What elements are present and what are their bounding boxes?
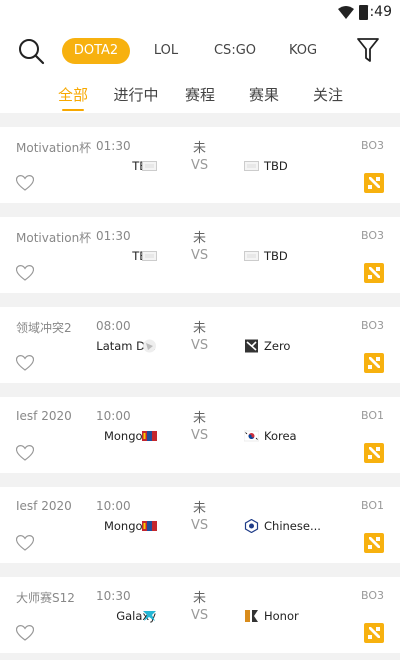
wifi-icon bbox=[338, 6, 354, 19]
tab-lol[interactable]: LOL bbox=[142, 38, 190, 64]
placeholder-flag-icon bbox=[244, 248, 259, 262]
heart-icon[interactable] bbox=[16, 445, 34, 461]
team-right-name: Zero bbox=[264, 339, 291, 353]
honor-logo-icon bbox=[244, 608, 259, 622]
match-status: 未 bbox=[193, 591, 207, 606]
team-right-name: TBD bbox=[264, 249, 288, 263]
bottom-strip bbox=[0, 654, 400, 660]
match-format: BO3 bbox=[360, 229, 384, 242]
mongolia-flag-icon bbox=[142, 518, 157, 532]
heart-icon[interactable] bbox=[16, 175, 34, 191]
vs-label: VS bbox=[191, 158, 209, 173]
match-card[interactable]: Iesf 2020 10:00 未 VS BO1 Mongolia Chinese... bbox=[0, 487, 400, 563]
match-format: BO3 bbox=[360, 139, 384, 152]
sub-tab-bar: 全部 进行中 赛程 赛果 关注 bbox=[0, 76, 400, 113]
placeholder-flag-icon bbox=[244, 158, 259, 172]
tab-dota2[interactable]: DOTA2 bbox=[62, 38, 130, 64]
subtab-results[interactable]: 赛果 bbox=[234, 84, 294, 105]
team-right-name: Chinese... bbox=[264, 519, 321, 533]
league-name: Iesf 2020 bbox=[16, 409, 72, 423]
team-right-name: TBD bbox=[264, 159, 288, 173]
league-name: Motivation杯 bbox=[16, 141, 92, 155]
match-format: BO3 bbox=[360, 319, 384, 332]
match-format: BO1 bbox=[360, 409, 384, 422]
korea-flag-icon bbox=[243, 428, 260, 442]
heart-icon[interactable] bbox=[16, 625, 34, 641]
vs-label: VS bbox=[191, 248, 209, 263]
search-icon[interactable] bbox=[16, 36, 46, 66]
match-status: 未 bbox=[193, 501, 207, 516]
match-time: 10:00 bbox=[96, 499, 131, 513]
match-format: BO3 bbox=[360, 589, 384, 602]
match-status: 未 bbox=[193, 231, 207, 246]
heart-icon[interactable] bbox=[16, 265, 34, 281]
subtab-schedule[interactable]: 赛程 bbox=[170, 84, 230, 105]
tab-csgo[interactable]: CS:GO bbox=[208, 38, 262, 64]
vs-label: VS bbox=[191, 608, 209, 623]
dota2-game-icon[interactable] bbox=[364, 263, 384, 283]
dota2-game-icon[interactable] bbox=[364, 443, 384, 463]
dota2-game-icon[interactable] bbox=[364, 533, 384, 553]
league-name: 领域冲突2 bbox=[16, 321, 72, 335]
status-bar: 7:49 bbox=[0, 0, 400, 26]
dota2-game-icon[interactable] bbox=[364, 173, 384, 193]
match-status: 未 bbox=[193, 321, 207, 336]
tab-kog[interactable]: KOG bbox=[280, 38, 326, 64]
match-card[interactable]: Iesf 2020 10:00 未 VS BO1 Mongolia Korea bbox=[0, 397, 400, 473]
league-name: Iesf 2020 bbox=[16, 499, 72, 513]
dota2-game-icon[interactable] bbox=[364, 353, 384, 373]
subtab-follow[interactable]: 关注 bbox=[298, 84, 358, 105]
filter-icon[interactable] bbox=[356, 36, 380, 64]
match-card[interactable]: Motivation杯01:30未VSBO3TBDTBD bbox=[0, 127, 400, 203]
league-name: Motivation杯 bbox=[16, 231, 92, 245]
top-bar: DOTA2 LOL CS:GO KOG bbox=[0, 26, 400, 76]
subtab-all[interactable]: 全部 bbox=[43, 84, 103, 111]
league-name: 大师赛S12 bbox=[16, 591, 75, 605]
mongolia-flag-icon bbox=[142, 428, 157, 442]
placeholder-flag-icon bbox=[142, 248, 157, 262]
heart-icon[interactable] bbox=[16, 355, 34, 371]
placeholder-flag-icon bbox=[142, 158, 157, 172]
match-time: 10:30 bbox=[96, 589, 131, 603]
zero-logo-icon bbox=[244, 338, 259, 353]
team-right-name: Korea bbox=[264, 429, 297, 443]
dota2-game-icon[interactable] bbox=[364, 623, 384, 643]
match-card[interactable]: Motivation杯01:30未VSBO3TBDTBD bbox=[0, 217, 400, 293]
match-status: 未 bbox=[193, 141, 207, 156]
chinese-taipei-flag-icon bbox=[244, 518, 259, 534]
match-time: 10:00 bbox=[96, 409, 131, 423]
vs-label: VS bbox=[191, 428, 209, 443]
match-time: 01:30 bbox=[96, 229, 131, 243]
team-right-name: Honor bbox=[264, 609, 299, 623]
match-status: 未 bbox=[193, 411, 207, 426]
vs-label: VS bbox=[191, 338, 209, 353]
match-card[interactable]: 大师赛S12 10:30 未 VS BO3 Galaxy Honor bbox=[0, 577, 400, 653]
match-card[interactable]: 领域冲突2 08:00 未 VS BO3 Latam D... Zero bbox=[0, 307, 400, 383]
match-format: BO1 bbox=[360, 499, 384, 512]
clock: 7:49 bbox=[360, 4, 392, 20]
match-time: 01:30 bbox=[96, 139, 131, 153]
latam-logo-icon bbox=[142, 338, 157, 353]
galaxy-logo-icon bbox=[142, 608, 157, 622]
vs-label: VS bbox=[191, 518, 209, 533]
match-time: 08:00 bbox=[96, 319, 131, 333]
subtab-live[interactable]: 进行中 bbox=[106, 84, 166, 105]
heart-icon[interactable] bbox=[16, 535, 34, 551]
